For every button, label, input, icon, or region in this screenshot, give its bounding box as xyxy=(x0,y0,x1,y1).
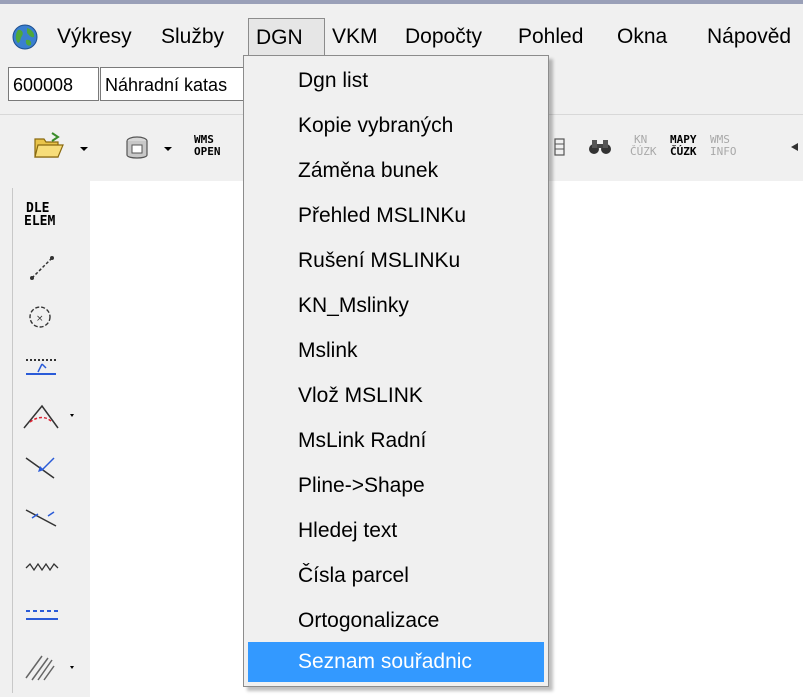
code-field[interactable]: 600008 xyxy=(8,67,99,101)
wms-info-button[interactable]: WMS INFO xyxy=(710,134,737,158)
dle-elem-button[interactable]: DLE ELEM xyxy=(24,202,55,228)
hatch-tool-icon[interactable] xyxy=(18,648,78,686)
menu-vkm[interactable]: VKM xyxy=(325,18,385,56)
menu-item-mslink[interactable]: Mslink xyxy=(248,331,544,371)
menu-dgn[interactable]: DGN xyxy=(248,18,325,56)
menu-item-zamena-bunek[interactable]: Záměna bunek xyxy=(248,151,544,191)
dgn-dropdown-menu: Dgn list Kopie vybraných Záměna bunek Př… xyxy=(243,55,549,687)
menu-item-seznam-souradnic[interactable]: Seznam souřadnic xyxy=(248,642,544,682)
menu-item-ortogonalizace[interactable]: Ortogonalizace xyxy=(248,601,544,641)
wms-info-line2: INFO xyxy=(710,145,737,158)
menu-item-kn-mslinky[interactable]: KN_Mslinky xyxy=(248,286,544,326)
kn-cuzk-line2: ČÚZK xyxy=(630,145,657,158)
zigzag-line-icon[interactable] xyxy=(18,548,66,586)
menu-item-ruseni-mslinku[interactable]: Rušení MSLINKu xyxy=(248,241,544,281)
menu-item-hledej-text[interactable]: Hledej text xyxy=(248,511,544,551)
svg-text:×: × xyxy=(36,314,44,324)
menu-bar: Výkresy Služby DGN VKM Dopočty Pohled Ok… xyxy=(0,4,803,56)
menu-vykresy[interactable]: Výkresy xyxy=(50,18,139,56)
menu-item-cisla-parcel[interactable]: Čísla parcel xyxy=(248,556,544,596)
circle-tool-icon[interactable]: × xyxy=(18,298,66,336)
wms-open-line2: OPEN xyxy=(194,145,221,158)
menu-dopocty[interactable]: Dopočty xyxy=(398,18,489,56)
open-dropdown-arrow[interactable] xyxy=(80,147,88,151)
offset-line-icon[interactable] xyxy=(18,346,66,384)
menu-item-kopie-vybranych[interactable]: Kopie vybraných xyxy=(248,106,544,146)
menu-item-vloz-mslink[interactable]: Vlož MSLINK xyxy=(248,376,544,416)
menu-item-dgn-list[interactable]: Dgn list xyxy=(248,61,544,101)
database-icon[interactable] xyxy=(120,129,154,165)
left-toolbar: DLE ELEM × xyxy=(0,180,90,697)
name-field[interactable]: Náhradní katas xyxy=(100,67,260,101)
menu-sluzby[interactable]: Služby xyxy=(154,18,231,56)
line-tool-icon[interactable] xyxy=(18,248,66,286)
mapy-cuzk-button[interactable]: MAPY ČÚZK xyxy=(670,134,697,158)
intersect-tool-icon[interactable] xyxy=(18,448,66,486)
binoculars-icon[interactable] xyxy=(586,129,614,165)
open-folder-icon[interactable] xyxy=(32,129,66,165)
menu-napoveda[interactable]: Nápověd xyxy=(700,18,798,56)
menu-item-pline-shape[interactable]: Pline->Shape xyxy=(248,466,544,506)
menu-item-prehled-mslinku[interactable]: Přehled MSLINKu xyxy=(248,196,544,236)
menu-item-mslink-radni[interactable]: MsLink Radní xyxy=(248,421,544,461)
menu-pohled[interactable]: Pohled xyxy=(511,18,590,56)
mapy-cuzk-line2: ČÚZK xyxy=(670,145,697,158)
grid-icon[interactable] xyxy=(553,129,567,165)
sidebar-divider xyxy=(12,188,13,693)
dle-elem-line2: ELEM xyxy=(24,214,56,229)
globe-icon[interactable] xyxy=(12,24,38,50)
dashed-line-icon[interactable] xyxy=(18,596,66,634)
angle-tool-icon[interactable] xyxy=(18,396,78,434)
kn-cuzk-button[interactable]: KN ČÚZK xyxy=(630,134,657,158)
database-dropdown-arrow[interactable] xyxy=(164,147,172,151)
menu-okna[interactable]: Okna xyxy=(610,18,674,56)
wms-open-button[interactable]: WMS OPEN xyxy=(194,134,221,158)
pointer-icon[interactable] xyxy=(788,129,803,165)
extend-tool-icon[interactable] xyxy=(18,498,66,536)
